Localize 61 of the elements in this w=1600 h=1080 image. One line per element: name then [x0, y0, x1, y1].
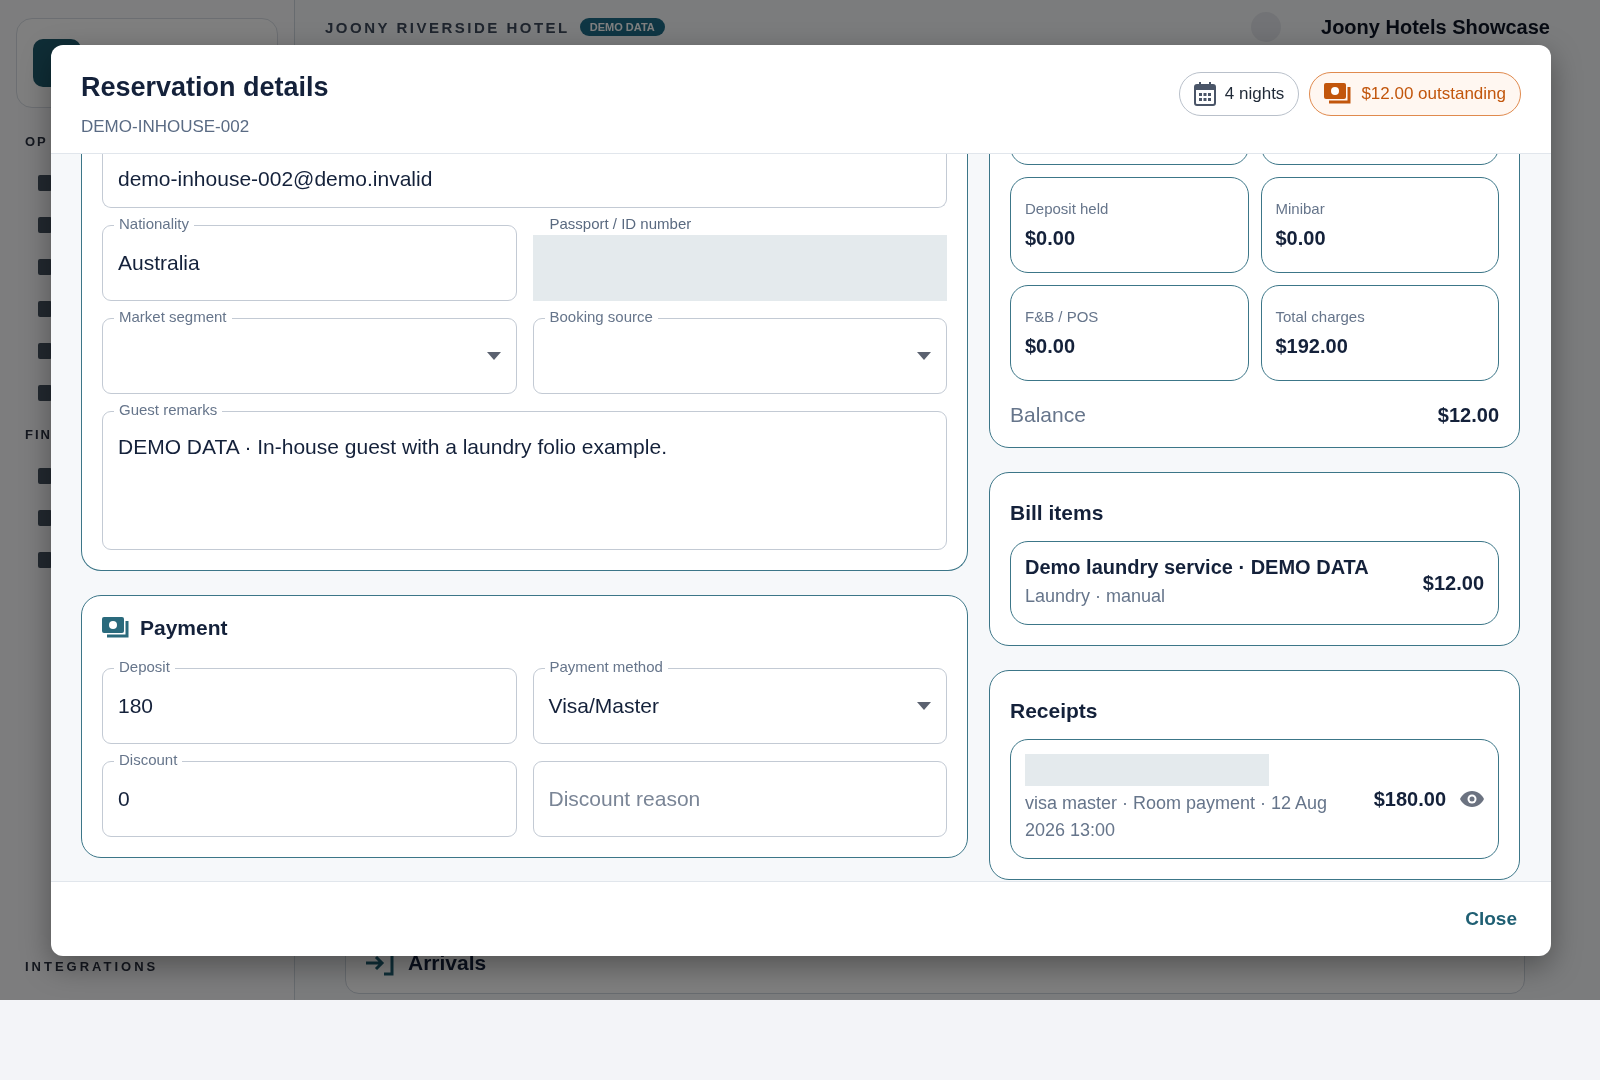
text-field[interactable]: demo-inhouse-002@demo.invalid — [102, 154, 947, 208]
payment-title: Payment — [140, 616, 228, 640]
tile-label: Deposit held — [1025, 200, 1110, 217]
tile-label: Total charges — [1275, 308, 1366, 325]
reservation-id: DEMO-INHOUSE-002 — [81, 117, 251, 137]
select-field[interactable]: Payment method Visa/Master — [532, 658, 947, 744]
field-label: Passport / ID number — [548, 215, 692, 233]
section-label: FIN — [24, 427, 53, 442]
nav-icon[interactable] — [38, 175, 52, 191]
demo-badge: DEMO DATA — [579, 18, 665, 36]
card-title: Bill items — [1010, 501, 1105, 525]
bill-item[interactable]: Demo laundry service · DEMO DATA Laundry · manual $12.00 — [1010, 541, 1499, 625]
field-label: Nationality — [114, 215, 195, 233]
receipt-amount: $180.00 — [1373, 787, 1446, 811]
text-field[interactable]: Discount reason — [532, 751, 947, 837]
tile-label: F&B / POS — [1025, 308, 1100, 325]
dialog-title: Reservation details — [81, 72, 329, 103]
field-label: Payment method — [544, 658, 668, 676]
nav-icon[interactable] — [38, 552, 52, 568]
select-field[interactable]: Market segment — [102, 308, 517, 394]
nav-icon[interactable] — [38, 259, 52, 275]
receipt-meta: visa master · Room payment · 12 Aug 2026 13:00 — [1025, 792, 1329, 842]
field-label: Deposit — [114, 658, 175, 676]
nav-icon[interactable] — [38, 217, 52, 233]
account-name[interactable]: Joony Hotels Showcase — [1321, 15, 1550, 39]
item-meta: Laundry · manual — [1025, 585, 1167, 608]
balance-label: Balance — [1010, 403, 1086, 427]
field-label: Market segment — [114, 308, 232, 326]
section-label: OP — [24, 134, 49, 149]
caret-icon — [486, 352, 501, 360]
nav-icon[interactable] — [38, 510, 52, 526]
tile-value: $192.00 — [1275, 335, 1349, 358]
caret-icon — [917, 702, 931, 710]
text-field[interactable]: Nationality Australia — [102, 215, 517, 301]
nav-icon[interactable] — [38, 343, 52, 359]
tile-label: Minibar — [1275, 200, 1326, 217]
nav-icon[interactable] — [38, 468, 52, 484]
section-label: INTEGRATIONS — [24, 959, 160, 974]
cash-icon — [1324, 83, 1353, 105]
tile-value: $0.00 — [1275, 227, 1327, 250]
text-field[interactable]: Discount 0 — [102, 751, 517, 837]
arrivals-title: Arrivals — [408, 951, 487, 975]
item-title: Demo laundry service · DEMO DATA — [1025, 556, 1369, 579]
tile-value: $0.00 — [1025, 227, 1077, 250]
receipt-item[interactable]: visa master · Room payment · 12 Aug 2026 13:00 $180.00 — [1010, 739, 1499, 859]
calendar-icon — [1193, 82, 1216, 106]
nav-icon[interactable] — [38, 301, 52, 317]
select-field[interactable]: Booking source — [532, 308, 947, 394]
card-title: Receipts — [1010, 699, 1099, 723]
remarks-field[interactable]: Guest remarks DEMO DATA · In-house guest with a laundry folio example. — [102, 401, 947, 550]
eye-icon[interactable] — [1460, 791, 1484, 807]
field-label: Booking source — [544, 308, 658, 326]
balance-value: $12.00 — [1437, 403, 1499, 427]
caret-icon — [917, 352, 931, 360]
nav-icon[interactable] — [38, 385, 52, 401]
outstanding-chip: $12.00 outstanding — [1309, 72, 1521, 116]
item-amount: $12.00 — [1422, 571, 1484, 595]
tile-value: $0.00 — [1025, 335, 1077, 358]
hotel-name: JOONY RIVERSIDE HOTEL — [325, 18, 570, 36]
text-field[interactable]: Deposit 180 — [102, 658, 517, 744]
cash-icon — [102, 617, 130, 639]
